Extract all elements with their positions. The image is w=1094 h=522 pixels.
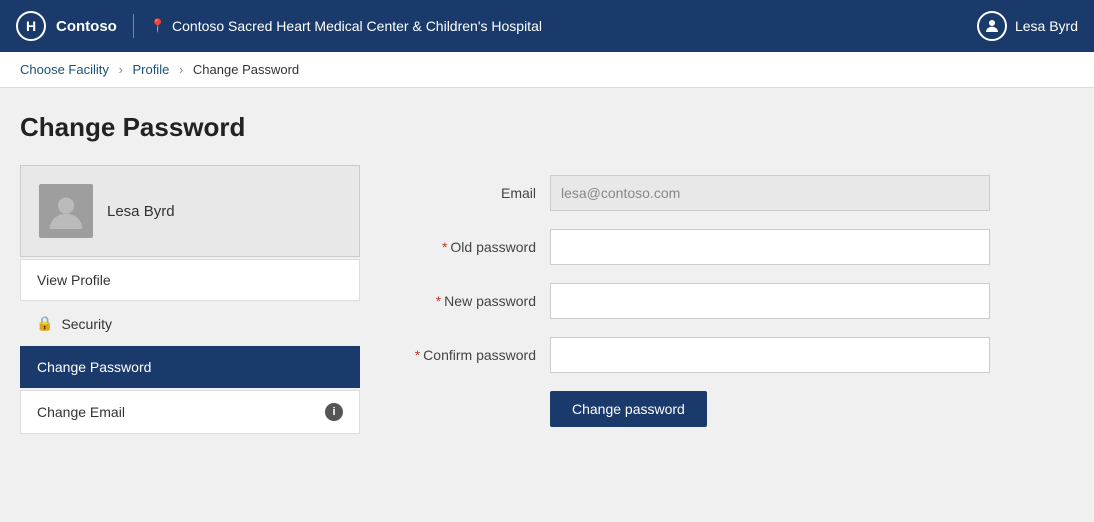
- old-password-field[interactable]: [550, 229, 990, 265]
- sidebar-user-card: Lesa Byrd: [20, 165, 360, 257]
- breadcrumb: Choose Facility › Profile › Change Passw…: [0, 52, 1094, 88]
- header-user-section: Lesa Byrd: [977, 11, 1078, 41]
- view-profile-label: View Profile: [37, 272, 111, 288]
- info-icon: i: [325, 403, 343, 421]
- form-actions: Change password: [390, 391, 1074, 427]
- change-password-nav-item[interactable]: Change Password: [20, 346, 360, 388]
- breadcrumb-sep-1: ›: [119, 62, 123, 77]
- security-label: Security: [61, 316, 112, 332]
- change-email-nav-item[interactable]: Change Email i: [20, 390, 360, 434]
- facility-name: Contoso Sacred Heart Medical Center & Ch…: [172, 18, 542, 34]
- header-divider: [133, 14, 134, 38]
- page-title: Change Password: [20, 112, 1074, 143]
- breadcrumb-choose-facility[interactable]: Choose Facility: [20, 62, 109, 77]
- confirm-password-label: *Confirm password: [390, 347, 550, 363]
- content-area: Lesa Byrd View Profile 🔒 Security Change…: [20, 165, 1074, 436]
- sidebar-avatar: [39, 184, 93, 238]
- new-password-field[interactable]: [550, 283, 990, 319]
- email-label: Email: [390, 185, 550, 201]
- confirm-password-row: *Confirm password: [390, 337, 1074, 373]
- logo-letter: H: [26, 18, 36, 34]
- sidebar-username: Lesa Byrd: [107, 203, 175, 220]
- main-content: Change Password Lesa Byrd View Profile 🔒…: [0, 88, 1094, 520]
- breadcrumb-sep-2: ›: [179, 62, 183, 77]
- pin-icon: 📍: [150, 18, 166, 34]
- new-password-label: *New password: [390, 293, 550, 309]
- email-field: [550, 175, 990, 211]
- brand-name: Contoso: [56, 18, 117, 35]
- header-username: Lesa Byrd: [1015, 18, 1078, 34]
- sidebar: Lesa Byrd View Profile 🔒 Security Change…: [20, 165, 360, 436]
- required-marker-1: *: [442, 239, 447, 255]
- required-marker-3: *: [415, 347, 420, 363]
- confirm-password-field[interactable]: [550, 337, 990, 373]
- view-profile-button[interactable]: View Profile: [20, 259, 360, 301]
- app-header: H Contoso 📍 Contoso Sacred Heart Medical…: [0, 0, 1094, 52]
- app-logo: H: [16, 11, 46, 41]
- lock-icon: 🔒: [36, 315, 53, 332]
- change-password-form: Email *Old password *New password *: [390, 165, 1074, 436]
- required-marker-2: *: [436, 293, 441, 309]
- breadcrumb-profile[interactable]: Profile: [132, 62, 169, 77]
- user-avatar-icon: [977, 11, 1007, 41]
- change-password-button[interactable]: Change password: [550, 391, 707, 427]
- old-password-row: *Old password: [390, 229, 1074, 265]
- old-password-label: *Old password: [390, 239, 550, 255]
- change-email-label: Change Email: [37, 404, 125, 420]
- email-row: Email: [390, 175, 1074, 211]
- new-password-row: *New password: [390, 283, 1074, 319]
- change-password-label: Change Password: [37, 359, 151, 375]
- security-section-header: 🔒 Security: [20, 303, 360, 344]
- facility-info: 📍 Contoso Sacred Heart Medical Center & …: [150, 18, 542, 34]
- breadcrumb-current: Change Password: [193, 62, 299, 77]
